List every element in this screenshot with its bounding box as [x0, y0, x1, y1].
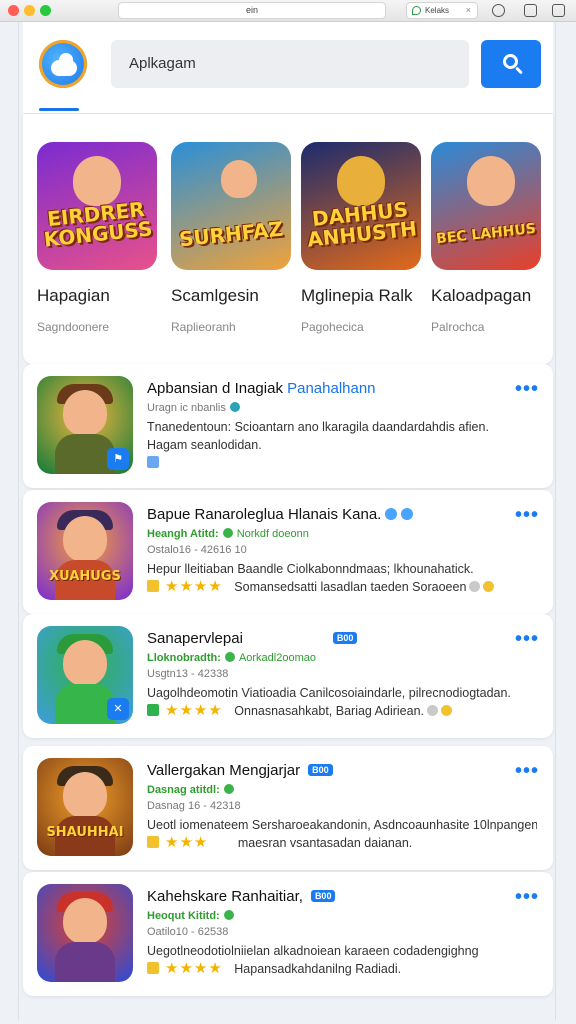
more-options-button[interactable]: ••• — [515, 505, 539, 525]
coin-icon — [147, 962, 159, 974]
minimize-window-button[interactable] — [24, 5, 35, 16]
list-item[interactable]: XUAHUGS Bapue Ranaroleglua Hlanais Kana.… — [23, 490, 553, 614]
search-input[interactable]: Aplkagam — [111, 40, 469, 88]
app-icon — [147, 704, 159, 716]
featured-app-card[interactable]: BEC LAHHUS Kaloadpagan Palrochca — [431, 142, 553, 334]
list-item-meta: Heoqut Kititd: — [147, 910, 238, 922]
app-header: Aplkagam — [23, 22, 553, 114]
list-item[interactable]: ⚑ Apbansian d Inagiak Panahalhann Uragn … — [23, 364, 553, 488]
list-item-title[interactable]: Kahehskare Ranhaitiar, B00 — [147, 888, 336, 905]
browser-titlebar: ein Kelaks × — [0, 0, 576, 22]
list-item-rating-row: ★★★★ Hapansadkahdanilng Radiadi. — [147, 960, 537, 978]
extension-pill[interactable]: Kelaks × — [406, 2, 478, 19]
tag-badge: B00 — [310, 890, 336, 902]
more-options-button[interactable]: ••• — [515, 761, 539, 781]
featured-app-subtitle: Pagohecica — [301, 320, 364, 334]
list-item[interactable]: ✕ Sanapervlepai B00 Lloknobradth: Aorkadl2… — [23, 614, 553, 738]
list-item-rating-row: ★★★ maesran vsantasadan daianan. — [147, 834, 537, 852]
featured-section: EIRDRER KONGUSS Hapagian Sagndoonere SUR… — [23, 114, 553, 364]
featured-app-card[interactable]: DAHHUS ANHUSTH Mglinepia Ralk Pagohecica — [301, 142, 425, 334]
extension-label: Kelaks — [425, 6, 450, 15]
featured-app-card[interactable]: SURHFAZ Scamlgesin Raplieoranh — [171, 142, 295, 334]
app-thumbnail[interactable]: BEC LAHHUS — [431, 142, 541, 270]
app-thumbnail[interactable]: SURHFAZ — [171, 142, 291, 270]
list-item-meta: Dasnag atitdl: — [147, 784, 238, 796]
list-item-description: Ueotl iomenateem Sersharoeakandonin, Asd… — [147, 818, 537, 832]
coin-icon — [441, 705, 452, 716]
app-thumbnail[interactable]: ⚑ — [37, 376, 133, 474]
more-options-button[interactable]: ••• — [515, 629, 539, 649]
star-rating-icon: ★★★★ — [165, 960, 223, 977]
list-item[interactable]: Kahehskare Ranhaitiar, B00 Heoqut Kititd:… — [23, 872, 553, 996]
list-item-rating-row: ★★★★ Somansedsatti lasadlan taeden Sorao… — [147, 578, 537, 596]
star-rating-icon: ★★★★ — [165, 702, 223, 719]
list-item-title[interactable]: Sanapervlepai B00 — [147, 630, 358, 647]
person-icon: ⚑ — [107, 448, 129, 470]
image-icon — [147, 456, 159, 468]
coin-icon — [483, 581, 495, 592]
featured-app-title[interactable]: Hapagian — [37, 286, 161, 306]
star-rating-icon: ★★★★ — [165, 578, 223, 595]
app-thumbnail[interactable]: DAHHUS ANHUSTH — [301, 142, 421, 270]
verified-icon — [401, 508, 414, 520]
list-item-date: Dasnag 16 - 42318 — [147, 800, 241, 812]
list-item-description: Hepur lleitiaban Baandle Ciolkabonndmaas… — [147, 562, 474, 576]
tools-icon: ✕ — [107, 698, 129, 720]
featured-app-title[interactable]: Scamlgesin — [171, 286, 295, 306]
tag-badge: B00 — [308, 764, 333, 776]
verified-icon — [385, 508, 398, 520]
list-item-description: Tnanedentoun: Scioantarn ano lkaragila d… — [147, 420, 489, 434]
leaf-icon — [412, 6, 421, 15]
tabs-icon[interactable] — [552, 4, 565, 17]
featured-app-subtitle: Palrochca — [431, 320, 485, 334]
close-window-button[interactable] — [8, 5, 19, 16]
list-item-date: Ostalo16 - 42616 10 — [147, 544, 247, 556]
list-item-title[interactable]: Apbansian d Inagiak Panahalhann — [147, 380, 376, 397]
list-item-rating-row: ★★★★ Onnasnasahkabt, Bariag Adiriean. — [147, 702, 537, 720]
zoom-window-button[interactable] — [40, 5, 51, 16]
featured-app-subtitle: Sagndoonere — [37, 320, 110, 334]
app-thumbnail[interactable]: SHAUHHAI — [37, 758, 133, 856]
list-item-meta: Uragn ic nbanlis — [147, 402, 244, 414]
more-options-button[interactable]: ••• — [515, 887, 539, 907]
list-item-description: Hagam seanlodidan. — [147, 438, 262, 452]
close-icon[interactable]: × — [466, 3, 471, 18]
list-item-title[interactable]: Bapue Ranaroleglua Hlanais Kana. — [147, 506, 414, 523]
list-item-description: Uagolhdeomotin Viatioadia Canilcosoiaind… — [147, 686, 511, 700]
app-logo-icon[interactable] — [39, 40, 87, 88]
tag-badge: B00 — [332, 632, 358, 644]
app-window: Aplkagam EIRDRER KONGUSS Hapagian Sagndo… — [18, 22, 556, 1020]
featured-app-card[interactable]: EIRDRER KONGUSS Hapagian Sagndoonere — [37, 142, 161, 334]
list-item-title[interactable]: Vallergakan Mengjarjar B00 — [147, 762, 333, 779]
featured-app-title[interactable]: Mglinepia Ralk — [301, 286, 425, 306]
app-thumbnail[interactable]: XUAHUGS — [37, 502, 133, 600]
coin-icon — [147, 580, 159, 592]
list-item-meta: Lloknobradth: Aorkadl2oomao — [147, 652, 316, 664]
featured-app-title[interactable]: Kaloadpagan — [431, 286, 553, 306]
lock-icon — [147, 836, 159, 848]
coin-icon — [469, 581, 481, 592]
list-item-date: Oatilo10 - 62538 — [147, 926, 229, 938]
list-item[interactable]: SHAUHHAI Vallergakan Mengjarjar B00 Dasna… — [23, 746, 553, 870]
star-rating-icon: ★★★ — [165, 834, 209, 851]
featured-app-subtitle: Raplieoranh — [171, 320, 236, 334]
list-item-meta: Heangh Atitd: Norkdf doeonn — [147, 528, 309, 540]
share-icon[interactable] — [524, 4, 537, 17]
active-tab-indicator — [39, 108, 79, 111]
list-item-extras — [147, 454, 537, 472]
search-button[interactable] — [481, 40, 541, 88]
app-thumbnail[interactable]: EIRDRER KONGUSS — [37, 142, 157, 270]
info-icon — [427, 705, 438, 716]
address-bar[interactable]: ein — [118, 2, 386, 19]
app-thumbnail[interactable]: ✕ — [37, 626, 133, 724]
list-item-date: Usgtn13 - 42338 — [147, 668, 229, 680]
list-item-description: Uegotlneodotiolniielan alkadnoiean karae… — [147, 944, 479, 958]
more-options-button[interactable]: ••• — [515, 379, 539, 399]
shield-icon[interactable] — [492, 4, 505, 17]
app-thumbnail[interactable] — [37, 884, 133, 982]
